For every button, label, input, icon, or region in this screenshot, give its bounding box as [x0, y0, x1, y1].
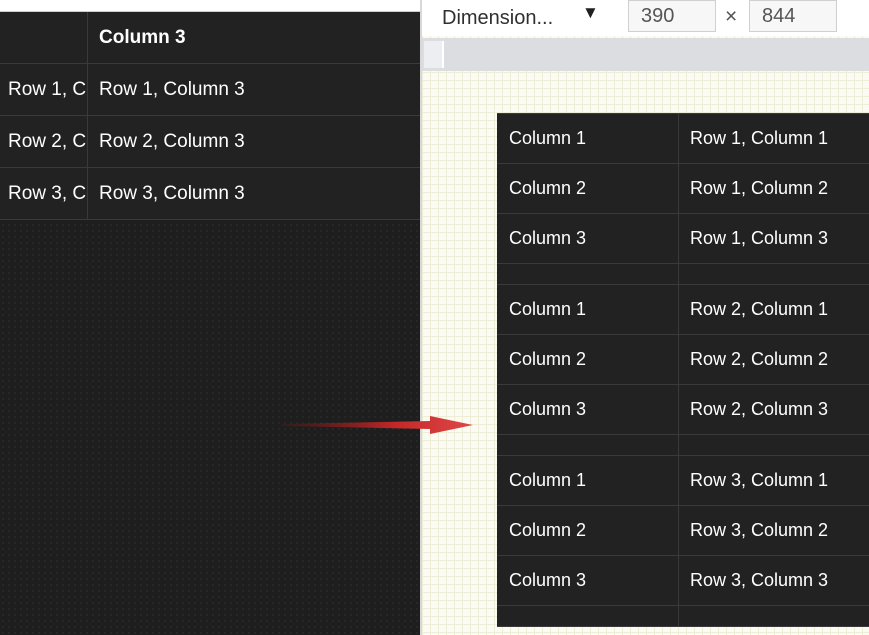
- width-input[interactable]: 390: [628, 0, 716, 32]
- device-dimension-select[interactable]: Dimension...: [442, 0, 553, 36]
- group-separator: [497, 435, 869, 456]
- desktop-table: Column 3 Row 1, Column 2 Row 1, Column 3…: [0, 12, 420, 220]
- desktop-top-edge: [0, 0, 420, 12]
- mobile-value-cell: Row 3, Column 2: [690, 520, 829, 540]
- table-cell: Row 1, Column 3: [99, 78, 245, 100]
- mobile-key-cell: Column 2: [497, 335, 679, 384]
- mobile-table-row: Column 3 Row 2, Column 3: [497, 385, 869, 435]
- table-cell: Row 1, Column 2: [0, 64, 88, 115]
- header-cell-col3: Column 3: [99, 26, 186, 48]
- media-query-ruler[interactable]: [422, 38, 869, 71]
- ruler-handle[interactable]: [424, 41, 444, 68]
- mobile-value-cell: Row 1, Column 3: [690, 228, 829, 248]
- mobile-table: Column 1 Row 1, Column 1 Column 2 Row 1,…: [497, 113, 869, 627]
- device-dimension-label: Dimension...: [442, 6, 554, 29]
- mobile-table-row: Column 3 Row 3, Column 3: [497, 556, 869, 606]
- header-cell-col2: [0, 12, 88, 63]
- device-emulator-panel: Dimension... ▼ 390 × 844 Column 1 Row 1,…: [420, 0, 869, 635]
- mobile-table-row: Column 1 Row 2, Column 1: [497, 285, 869, 335]
- mobile-key-cell: Column 1: [497, 285, 679, 334]
- mobile-table-row: Column 2 Row 3, Column 2: [497, 506, 869, 556]
- mobile-table-row: Column 2 Row 1, Column 2: [497, 164, 869, 214]
- mobile-key-cell: Column 1: [497, 114, 679, 163]
- mobile-table-row: Column 1 Row 1, Column 1: [497, 114, 869, 164]
- mobile-value-cell: Row 2, Column 3: [690, 399, 829, 419]
- mobile-key-cell: Column 2: [497, 506, 679, 555]
- separator-key-cell: [497, 435, 679, 455]
- mobile-value-cell: Row 2, Column 2: [690, 349, 829, 369]
- mobile-value-cell: Row 3, Column 3: [690, 570, 829, 590]
- mobile-value-cell: Row 1, Column 1: [690, 128, 829, 148]
- mobile-key-cell: Column 1: [497, 456, 679, 505]
- mobile-key-cell: Column 2: [497, 164, 679, 213]
- group-separator: [497, 264, 869, 285]
- separator-key-cell: [497, 264, 679, 284]
- mobile-key-cell: Column 3: [497, 556, 679, 605]
- group-separator: [497, 606, 869, 627]
- table-row: Row 1, Column 2 Row 1, Column 3: [0, 64, 420, 116]
- table-cell: Row 2, Column 2: [0, 116, 88, 167]
- mobile-key-cell: Column 3: [497, 385, 679, 434]
- mobile-key-cell: Column 3: [497, 214, 679, 263]
- separator-key-cell: [497, 606, 679, 626]
- red-arrow-icon: [282, 416, 473, 434]
- table-row: Row 2, Column 2 Row 2, Column 3: [0, 116, 420, 168]
- height-input[interactable]: 844: [749, 0, 837, 32]
- mobile-table-row: Column 3 Row 1, Column 3: [497, 214, 869, 264]
- times-separator: ×: [725, 5, 738, 28]
- mobile-value-cell: Row 3, Column 1: [690, 470, 829, 490]
- mobile-table-row: Column 1 Row 3, Column 1: [497, 456, 869, 506]
- desktop-view-panel: Column 3 Row 1, Column 2 Row 1, Column 3…: [0, 0, 420, 635]
- device-toolbar: Dimension... ▼ 390 × 844: [422, 0, 869, 36]
- mobile-value-cell: Row 2, Column 1: [690, 299, 829, 319]
- table-cell: Row 3, Column 2: [0, 168, 88, 219]
- mobile-value-cell: Row 1, Column 2: [690, 178, 829, 198]
- table-header-row: Column 3: [0, 12, 420, 64]
- table-cell: Row 3, Column 3: [99, 182, 245, 204]
- table-cell: Row 2, Column 3: [99, 130, 245, 152]
- dropdown-triangle-icon[interactable]: ▼: [582, 3, 599, 23]
- mobile-table-row: Column 2 Row 2, Column 2: [497, 335, 869, 385]
- table-row: Row 3, Column 2 Row 3, Column 3: [0, 168, 420, 220]
